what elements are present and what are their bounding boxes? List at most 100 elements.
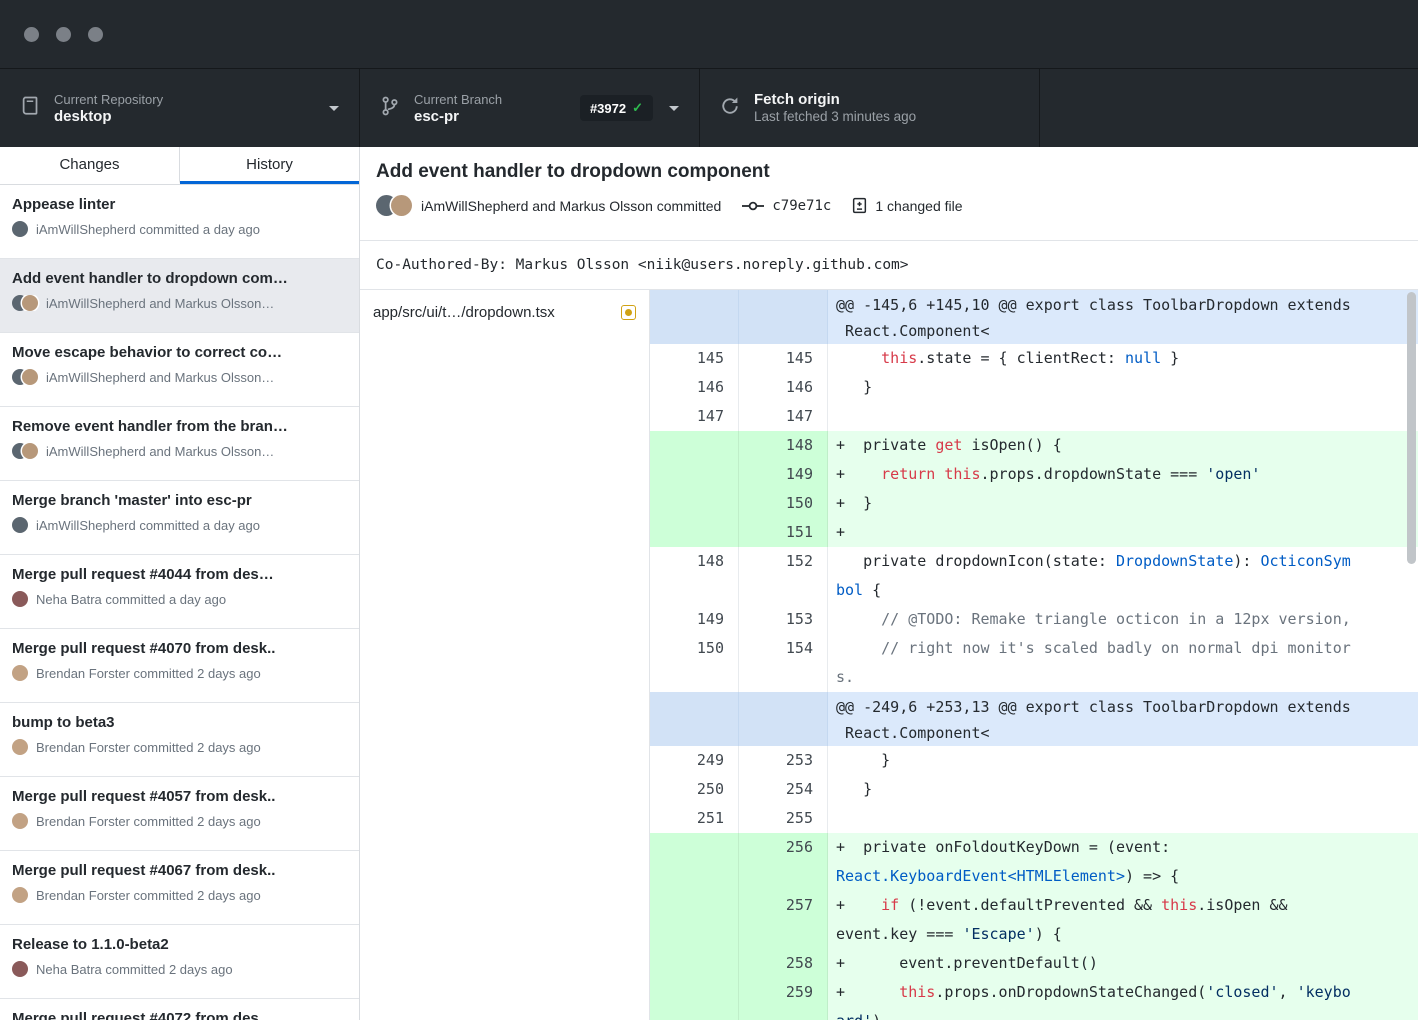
tab-changes[interactable]: Changes [0,147,180,184]
diff-code-line: + event.preventDefault() [828,949,1418,978]
diff-row: 150+ } [650,489,1418,518]
old-line-number: 251 [650,804,739,833]
diff-row: 250254 } [650,775,1418,804]
new-line-number: 259 [739,978,828,1020]
avatar-group [12,813,28,829]
new-line-number [739,290,828,344]
diff-row: 251255 [650,804,1418,833]
commit-list-item[interactable]: Appease linteriAmWillShepherd committed … [0,185,359,259]
diff-row: 258+ event.preventDefault() [650,949,1418,978]
diff-row: 145145 this.state = { clientRect: null } [650,344,1418,373]
sidebar: Changes History Appease linteriAmWillShe… [0,147,360,1020]
byline-avatars [376,195,412,216]
toolbar: Current Repository desktop Current Branc… [0,68,1418,147]
commit-meta-text: iAmWillShepherd committed a day ago [36,518,260,533]
avatar-group [12,665,28,681]
new-line-number: 152 [739,547,828,605]
new-line-number: 254 [739,775,828,804]
new-line-number: 151 [739,518,828,547]
commit-list-item[interactable]: Add event handler to dropdown com…iAmWil… [0,259,359,333]
commit-meta: Brendan Forster committed 2 days ago [12,887,347,903]
commit-meta-text: Brendan Forster committed 2 days ago [36,666,261,681]
commit-list-item[interactable]: Move escape behavior to correct co…iAmWi… [0,333,359,407]
check-icon: ✓ [632,100,643,116]
avatar [22,295,38,311]
commit-meta: iAmWillShepherd committed a day ago [12,221,347,237]
diff-code-line: + } [828,489,1418,518]
old-line-number [650,949,739,978]
commit-meta-text: iAmWillShepherd and Markus Olsson… [46,370,274,385]
changed-file-icon [851,197,868,214]
repo-name: desktop [54,109,163,124]
commit-list-item[interactable]: Merge pull request #4070 from desk..Bren… [0,629,359,703]
diff-row: 148+ private get isOpen() { [650,431,1418,460]
commit-title: bump to beta3 [12,714,347,731]
branch-switcher-button[interactable]: Current Branch esc-pr #3972 ✓ [360,69,700,147]
diff-area: app/src/ui/t…/dropdown.tsx @@ -145,6 +14… [360,290,1418,1020]
commit-title: Merge pull request #4057 from desk.. [12,788,347,805]
sync-icon [720,96,740,121]
tab-history[interactable]: History [180,147,359,184]
commit-meta: Neha Batra committed 2 days ago [12,961,347,977]
commit-meta: iAmWillShepherd and Markus Olsson… [12,295,347,311]
diff-row: 249253 } [650,746,1418,775]
toolbar-spacer [1040,69,1418,147]
changed-files-panel: app/src/ui/t…/dropdown.tsx [360,290,650,1020]
avatar [12,665,28,681]
diff-row: 148152 private dropdownIcon(state: Dropd… [650,547,1418,605]
old-line-number: 150 [650,634,739,692]
avatar [12,887,28,903]
avatar-group [12,221,28,237]
commit-list-item[interactable]: Release to 1.1.0-beta2Neha Batra committ… [0,925,359,999]
commit-title: Merge pull request #4072 from des… [12,1010,347,1020]
changed-files-count: 1 changed file [875,198,962,214]
diff-row: 259+ this.props.onDropdownStateChanged('… [650,978,1418,1020]
new-line-number: 146 [739,373,828,402]
commit-list-item[interactable]: Merge pull request #4067 from desk..Bren… [0,851,359,925]
new-line-number: 154 [739,634,828,692]
new-line-number: 256 [739,833,828,891]
minimize-window-button[interactable] [56,27,71,42]
new-line-number: 145 [739,344,828,373]
sidebar-tabs: Changes History [0,147,359,185]
commit-list-item[interactable]: Remove event handler from the bran…iAmWi… [0,407,359,481]
commit-list-item[interactable]: Merge pull request #4057 from desk..Bren… [0,777,359,851]
close-window-button[interactable] [24,27,39,42]
fetch-origin-button[interactable]: Fetch origin Last fetched 3 minutes ago [700,69,1040,147]
diff-row: 257+ if (!event.defaultPrevented && this… [650,891,1418,949]
old-line-number: 146 [650,373,739,402]
new-line-number [739,692,828,746]
commit-meta-text: iAmWillShepherd committed a day ago [36,222,260,237]
diff-code-line [828,402,1418,431]
diff-code-line [828,804,1418,833]
diff-row: 149153 // @TODO: Remake triangle octicon… [650,605,1418,634]
old-line-number [650,460,739,489]
commit-header: Add event handler to dropdown component … [360,147,1418,240]
old-line-number [650,489,739,518]
scrollbar-thumb[interactable] [1407,292,1416,564]
commit-meta-text: iAmWillShepherd and Markus Olsson… [46,444,274,459]
avatar [12,221,28,237]
commit-sha: c79e71c [772,198,831,214]
maximize-window-button[interactable] [88,27,103,42]
commit-list-item[interactable]: Merge pull request #4044 from des…Neha B… [0,555,359,629]
commit-list-item[interactable]: bump to beta3Brendan Forster committed 2… [0,703,359,777]
modified-status-icon [621,305,636,320]
diff-code-line: } [828,746,1418,775]
avatar [12,813,28,829]
coauthor-line: Co-Authored-By: Markus Olsson <niik@user… [360,240,1418,290]
diff-code-line: } [828,373,1418,402]
diff-code-line: + return this.props.dropdownState === 'o… [828,460,1418,489]
commit-list-item[interactable]: Merge pull request #4072 from des… [0,999,359,1020]
commit-meta-text: Neha Batra committed a day ago [36,592,226,607]
diff-code-line: // @TODO: Remake triangle octicon in a 1… [828,605,1418,634]
file-list-item[interactable]: app/src/ui/t…/dropdown.tsx [360,290,649,334]
avatar [12,739,28,755]
fetch-status: Last fetched 3 minutes ago [754,110,916,124]
old-line-number [650,891,739,949]
git-commit-icon [741,198,765,214]
commit-list-item[interactable]: Merge branch 'master' into esc-priAmWill… [0,481,359,555]
repository-switcher-button[interactable]: Current Repository desktop [0,69,360,147]
diff-row: 150154 // right now it's scaled badly on… [650,634,1418,692]
avatar-group [12,739,28,755]
